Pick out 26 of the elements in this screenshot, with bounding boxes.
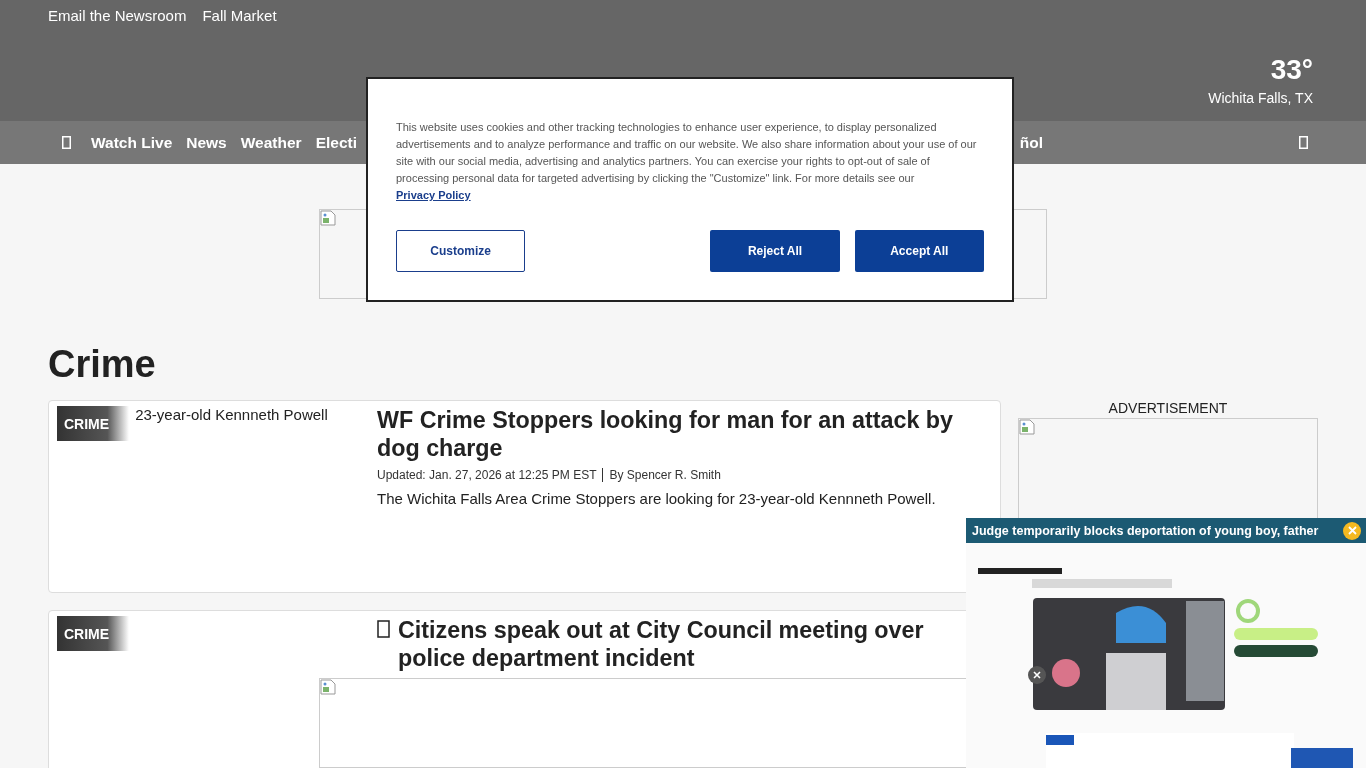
byline: By Spencer R. Smith <box>609 468 721 482</box>
privacy-policy-link[interactable]: Privacy Policy <box>396 189 471 201</box>
top-link[interactable]: Email the Newsroom <box>48 7 187 24</box>
top-link[interactable]: Fall Market <box>202 7 277 24</box>
nav-link[interactable]: Weather <box>240 133 302 152</box>
nav-link[interactable]: Watch Live <box>91 133 173 152</box>
temperature: 33° <box>1270 54 1313 86</box>
ad-label: ADVERTISEMENT <box>1108 400 1228 416</box>
cookie-button[interactable]: Accept All <box>854 230 984 272</box>
cookie-button[interactable]: Customize <box>396 230 526 272</box>
category-label: CRIME <box>57 406 130 441</box>
category-label: CRIME <box>57 616 130 651</box>
article-headline[interactable]: WF Crime Stoppers looking for man for an attack by dog charge <box>377 406 963 462</box>
section-title: Crime <box>48 343 157 386</box>
nav-link[interactable]: ñol <box>1019 133 1043 152</box>
video-title: Judge temporarily blocks deportation of young boy, father <box>972 523 1319 538</box>
cookie-button[interactable]: Reject All <box>710 230 840 272</box>
article-headline[interactable]: Citizens speak out at City Council meeting over police department incident <box>398 616 963 672</box>
nav-link[interactable]: News <box>186 133 227 152</box>
updated-time: Updated: Jan. 27, 2026 at 12:25 PM EST <box>377 468 597 482</box>
article-summary: The Wichita Falls Area Crime Stoppers are looking for 23-year-old Kennneth Powell. <box>377 490 937 507</box>
weather-location: Wichita Falls, TX <box>1208 90 1313 106</box>
video-player[interactable]: Judge temporarily blocks deportation of young boy, father <box>966 518 1366 768</box>
cookie-notice: This website uses cookies and other tracking technologies to enhance user experience, to display personalized advertisements and to analyze performance and traffic on our website. We also share information about your use of our site with our social media, advertising and analytics partners. You can exercise your rights to opt-out of sale of processing personal data for targeted advertising by clicking the "Customize" link. For more details see our Privacy Policy <box>396 120 978 203</box>
nav-link[interactable]: Electi <box>315 133 357 152</box>
image-alt-text: 23-year-old Kennneth Powell <box>135 406 328 423</box>
